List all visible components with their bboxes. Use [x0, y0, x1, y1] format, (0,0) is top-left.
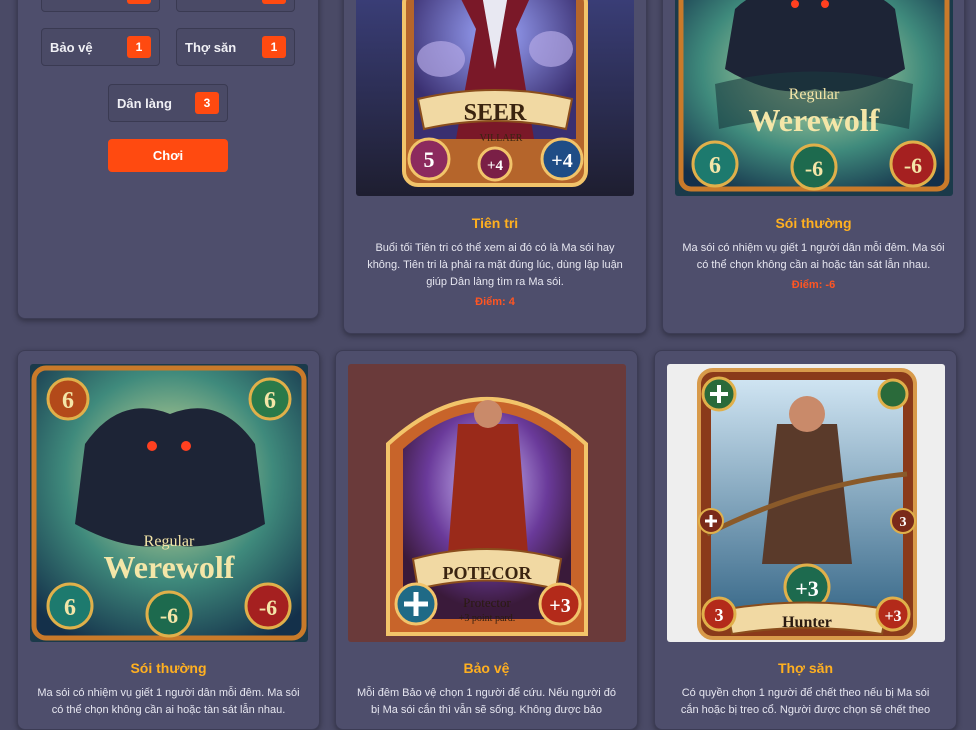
werewolf-n3: -6 [259, 595, 277, 620]
seer-right-number: +4 [551, 150, 572, 172]
card-description: Mỗi đêm Bảo vệ chọn 1 người để cứu. Nếu … [356, 687, 617, 716]
protector-right-number: +3 [549, 595, 570, 617]
role-card-hunter[interactable]: 3 +3 Hunter 3 +3 Thợ săn Có quyền chọn 1… [654, 350, 957, 730]
protector-card-art: POTECOR Protector +3 point pard. +3 [348, 364, 626, 642]
role-count-badge [262, 0, 286, 4]
role-box-partial-1[interactable] [41, 0, 160, 12]
play-button[interactable]: Chơi [108, 139, 228, 172]
role-count-badge[interactable]: 1 [262, 36, 286, 58]
werewolf-tl: 6 [62, 388, 74, 414]
role-card-protector[interactable]: POTECOR Protector +3 point pard. +3 Bảo … [335, 350, 638, 730]
card-title: Bảo vệ [463, 660, 510, 676]
seer-banner-text: SEER [464, 100, 527, 126]
role-count-badge [127, 0, 151, 4]
seer-mid-number: +4 [487, 158, 504, 174]
hunter-mid: +3 [795, 576, 819, 601]
card-description: Buổi tối Tiên tri có thể xem ai đó có là… [367, 242, 623, 288]
werewolf-n2: -6 [805, 156, 823, 181]
werewolf-card-art: 6 6 Regular Werewolf 6 -6 -6 [30, 364, 308, 642]
card-title: Sói thường [775, 215, 852, 231]
card-description: Ma sói có nhiệm vụ giết 1 người dân mỗi … [682, 242, 945, 271]
werewolf-n3: -6 [904, 153, 922, 178]
role-card-werewolf-2[interactable]: 6 6 Regular Werewolf 6 -6 -6 Sói thường … [17, 350, 320, 730]
protector-sub2: +3 point pard. [459, 613, 515, 624]
seer-sub-text: VILLAER [480, 133, 523, 144]
hunter-rm: 3 [900, 515, 907, 530]
role-box-bao-ve[interactable]: Bảo vệ 1 [41, 28, 160, 66]
protector-sub1: Protector [463, 595, 511, 610]
role-label: Dân làng [117, 95, 172, 111]
werewolf-n1: 6 [64, 595, 76, 621]
card-title: Thợ săn [777, 660, 834, 676]
card-description: Có quyền chọn 1 người để chết theo nếu b… [680, 687, 931, 716]
card-description: Ma sói có nhiệm vụ giết 1 người dân mỗi … [37, 687, 300, 716]
werewolf-n2: -6 [160, 603, 178, 628]
role-box-tho-san[interactable]: Thợ săn 1 [176, 28, 295, 66]
card-title: Tiên tri [471, 215, 519, 231]
role-label: Bảo vệ [50, 39, 93, 55]
werewolf-n1: 6 [709, 153, 721, 179]
role-count-badge[interactable]: 3 [195, 92, 219, 114]
card-score: Điểm: -6 [791, 279, 836, 291]
hunter-r: +3 [884, 608, 901, 625]
werewolf-line1: Regular [144, 533, 195, 550]
role-box-dan-lang[interactable]: Dân làng 3 [108, 84, 228, 122]
role-count-badge[interactable]: 1 [127, 36, 151, 58]
hunter-banner-text: Hunter [782, 614, 832, 631]
role-box-partial-2[interactable] [176, 0, 295, 12]
role-card-werewolf[interactable]: Regular Werewolf 6 -6 -6 Sói thường Ma s… [662, 0, 965, 334]
werewolf-line2: Werewolf [749, 102, 880, 138]
seer-card-art: SEER VILLAER 5 +4 +4 [356, 0, 634, 196]
werewolf-line2: Werewolf [104, 549, 235, 585]
role-card-seer[interactable]: SEER VILLAER 5 +4 +4 Tiên tri Buổi tối T… [343, 0, 647, 334]
role-label: Thợ săn [185, 39, 237, 55]
card-score: Điểm: 4 [475, 296, 515, 308]
werewolf-card-art: Regular Werewolf 6 -6 -6 [675, 0, 953, 196]
card-title: Sói thường [130, 660, 207, 676]
seer-left-number: 5 [424, 147, 435, 172]
werewolf-line1: Regular [789, 86, 840, 103]
hunter-card-art: 3 +3 Hunter 3 +3 [667, 364, 945, 642]
werewolf-tr: 6 [264, 388, 276, 414]
protector-banner-text: POTECOR [442, 563, 532, 583]
hunter-l: 3 [715, 605, 724, 625]
